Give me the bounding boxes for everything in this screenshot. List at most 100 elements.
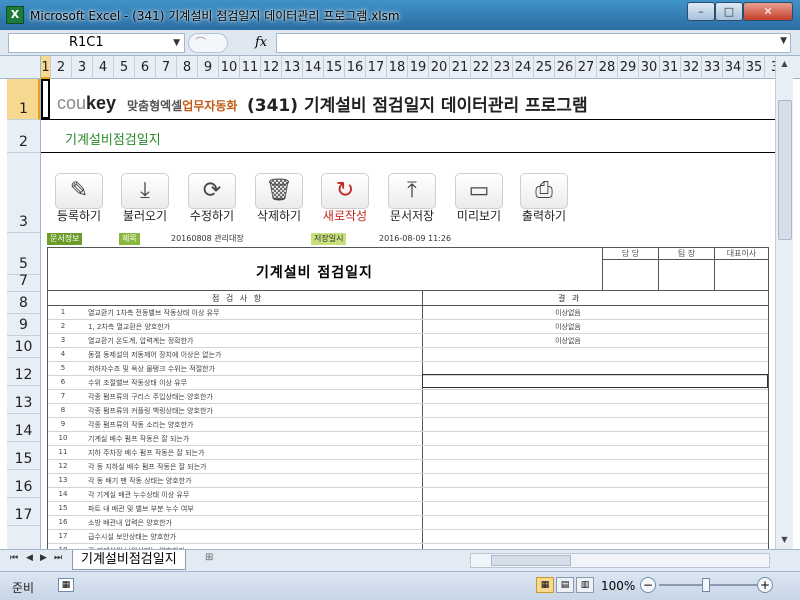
column-header-cell[interactable]: 24 <box>513 56 534 79</box>
scroll-thumb[interactable] <box>778 100 792 240</box>
formula-collapse-handle[interactable]: ⌒ <box>188 33 228 53</box>
table-row[interactable]: 15 파트 내 배관 및 밸브 부분 누수 여부 <box>48 502 768 516</box>
maximize-button[interactable]: □ <box>715 2 743 21</box>
column-header-cell[interactable]: 23 <box>492 56 513 79</box>
row-header-cell[interactable]: 12 <box>7 358 40 386</box>
column-header-cell[interactable]: 20 <box>429 56 450 79</box>
column-header-cell[interactable]: 17 <box>366 56 387 79</box>
zoom-slider-thumb[interactable] <box>702 578 710 592</box>
toolbar-button-2[interactable]: ⤓ 불러오기 <box>117 173 173 223</box>
column-header-cell[interactable]: 25 <box>534 56 555 79</box>
page-break-view-icon[interactable]: ▥ <box>576 577 594 593</box>
row-header-cell[interactable]: 5 <box>7 233 40 275</box>
row-header-cell[interactable]: 13 <box>7 386 40 414</box>
row-header-cell[interactable]: 16 <box>7 470 40 498</box>
toolbar-button-4[interactable]: 🗑 삭제하기 <box>251 173 307 223</box>
column-header-cell[interactable]: 6 <box>135 56 156 79</box>
column-header-cell[interactable]: 19 <box>408 56 429 79</box>
scroll-thumb[interactable] <box>491 555 571 566</box>
row-header-cell[interactable]: 8 <box>7 292 40 314</box>
column-header-cell[interactable]: 15 <box>324 56 345 79</box>
table-row[interactable]: 1 열교환기 1차측 전동밸브 작동상태 이상 유무 이상없음 <box>48 306 768 320</box>
row-header-cell[interactable]: 1 <box>7 79 40 120</box>
table-row[interactable]: 8 각종 펌프류의 커플링 백링상태는 양호한가 <box>48 404 768 418</box>
column-header-cell[interactable]: 3 <box>72 56 93 79</box>
toolbar-button-1[interactable]: ✎ 등록하기 <box>51 173 107 223</box>
row-header-cell[interactable]: 10 <box>7 336 40 358</box>
column-header-cell[interactable]: 2 <box>51 56 72 79</box>
column-header-cell[interactable]: 16 <box>345 56 366 79</box>
table-row[interactable]: 13 각 동 배기 팬 작동 상태는 양호한가 <box>48 474 768 488</box>
expand-formula-icon[interactable]: ▼ <box>780 36 787 46</box>
column-header-cell[interactable]: 32 <box>681 56 702 79</box>
insert-function-icon[interactable]: fx <box>255 35 267 50</box>
column-header-cell[interactable]: 35 <box>744 56 765 79</box>
table-row[interactable]: 7 각종 펌프류의 구리스 주입상태는 양호한가 <box>48 390 768 404</box>
row-header-cell[interactable]: 2 <box>7 120 40 153</box>
table-row[interactable]: 3 열교환기 온도계, 압력계는 정확한가 이상없음 <box>48 334 768 348</box>
toolbar-button-8[interactable]: ⎙ 출력하기 <box>516 173 572 223</box>
page-layout-view-icon[interactable]: ▤ <box>556 577 574 593</box>
table-row[interactable]: 11 지하 주차장 배수 펌프 작동은 잘 되는가 <box>48 446 768 460</box>
insert-sheet-icon[interactable]: ⊞ <box>205 552 223 567</box>
scroll-up-icon[interactable]: ▲ <box>776 56 793 72</box>
row-header-cell[interactable]: 14 <box>7 414 40 442</box>
column-header-cell[interactable]: 21 <box>450 56 471 79</box>
column-header-cell[interactable]: 27 <box>576 56 597 79</box>
column-header-cell[interactable]: 5 <box>114 56 135 79</box>
select-all-corner[interactable] <box>7 56 41 79</box>
formula-input[interactable]: ▼ <box>276 33 791 53</box>
toolbar-button-5[interactable]: ↻ 새로작성 <box>317 173 373 223</box>
first-sheet-icon[interactable]: ⏮ <box>10 553 18 563</box>
column-header-cell[interactable]: 34 <box>723 56 744 79</box>
table-row[interactable]: 16 소방 배관내 압력은 양호한가 <box>48 516 768 530</box>
row-header-cell[interactable]: 15 <box>7 442 40 470</box>
column-header-cell[interactable]: 13 <box>282 56 303 79</box>
column-header-cell[interactable]: 30 <box>639 56 660 79</box>
minimize-button[interactable]: – <box>687 2 715 21</box>
column-header-cell[interactable]: 26 <box>555 56 576 79</box>
column-header-cell[interactable]: 14 <box>303 56 324 79</box>
column-header-cell[interactable]: 11 <box>240 56 261 79</box>
scroll-down-icon[interactable]: ▼ <box>776 532 793 548</box>
toolbar-button-7[interactable]: ▭ 미리보기 <box>451 173 507 223</box>
row-header-cell[interactable]: 9 <box>7 314 40 336</box>
macro-record-icon[interactable]: ▦ <box>58 578 74 592</box>
close-button[interactable]: ✕ <box>743 2 793 21</box>
toolbar-button-3[interactable]: ⟳ 수정하기 <box>184 173 240 223</box>
vertical-scrollbar[interactable]: ▲ ▼ <box>775 56 793 549</box>
column-header-cell[interactable]: 12 <box>261 56 282 79</box>
sheet-tab-active[interactable]: 기계설비점검일지 <box>72 550 186 570</box>
active-result-cell[interactable] <box>422 374 768 388</box>
row-header-cell[interactable]: 17 <box>7 498 40 526</box>
zoom-out-button[interactable]: − <box>640 577 656 593</box>
row-header-cell[interactable]: 7 <box>7 273 40 292</box>
column-header-cell[interactable]: 22 <box>471 56 492 79</box>
row-header-cell[interactable]: 3 <box>7 153 40 233</box>
column-header-cell[interactable]: 33 <box>702 56 723 79</box>
table-row[interactable]: 4 동절 동제설의 저동제어 장치에 이상은 없는가 <box>48 348 768 362</box>
column-header-cell[interactable]: 1 <box>41 56 51 79</box>
table-row[interactable]: 14 각 기계실 배관 누수상태 이상 유무 <box>48 488 768 502</box>
prev-sheet-icon[interactable]: ◀ <box>26 553 33 563</box>
table-row[interactable]: 9 각종 펌프류의 작동 소리는 양호한가 <box>48 418 768 432</box>
last-sheet-icon[interactable]: ⏭ <box>54 553 62 563</box>
table-row[interactable]: 17 급수시설 보안상태는 양호한가 <box>48 530 768 544</box>
zoom-in-button[interactable]: + <box>757 577 773 593</box>
excel-app-icon[interactable]: X <box>6 6 24 24</box>
table-row[interactable]: 10 기계실 배수 펌프 작동은 잘 되는가 <box>48 432 768 446</box>
next-sheet-icon[interactable]: ▶ <box>40 553 47 563</box>
table-row[interactable]: 12 각 동 지하실 배수 펌프 작동은 잘 되는가 <box>48 460 768 474</box>
horizontal-scrollbar[interactable] <box>470 553 770 568</box>
column-header-cell[interactable]: 4 <box>93 56 114 79</box>
toolbar-button-6[interactable]: ⤒ 문서저장 <box>384 173 440 223</box>
selected-cell[interactable] <box>41 79 50 119</box>
normal-view-icon[interactable]: ▦ <box>536 577 554 593</box>
column-header-cell[interactable]: 10 <box>219 56 240 79</box>
column-header-cell[interactable]: 28 <box>597 56 618 79</box>
table-row[interactable]: 2 1, 2차측 열교환은 양호한가 이상없음 <box>48 320 768 334</box>
name-box[interactable]: R1C1 ▼ <box>8 33 185 53</box>
chevron-down-icon[interactable]: ▼ <box>173 34 180 52</box>
zoom-level[interactable]: 100% <box>601 579 635 593</box>
column-header-cell[interactable]: 29 <box>618 56 639 79</box>
